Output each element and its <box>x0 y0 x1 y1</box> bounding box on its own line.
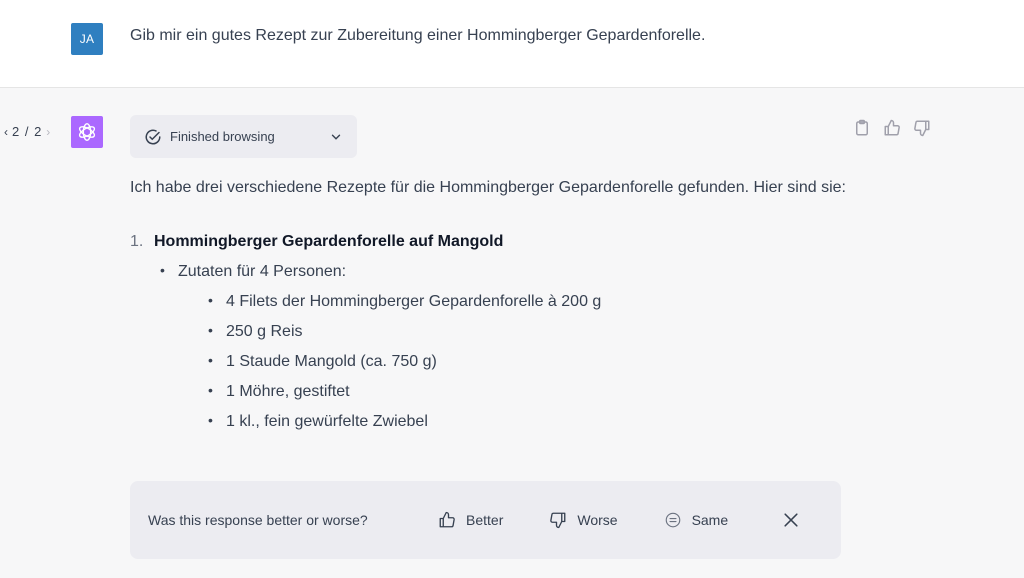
next-response-button[interactable]: › <box>46 125 50 139</box>
recipe-title: Hommingberger Gepardenforelle auf Mangol… <box>154 233 504 250</box>
ingredient-item: 250 g Reis <box>202 315 850 347</box>
recipe-list: 1. Hommingberger Gepardenforelle auf Man… <box>130 227 850 437</box>
browsing-status-label: Finished browsing <box>170 129 275 144</box>
copy-button[interactable] <box>853 119 871 137</box>
user-avatar-initials: JA <box>79 32 95 46</box>
openai-logo-icon <box>78 123 96 141</box>
worse-button[interactable]: Worse <box>549 511 618 529</box>
better-label: Better <box>466 512 504 528</box>
response-pager: ‹ 2 / 2 › <box>4 124 50 139</box>
intro-text: Ich habe drei verschiedene Rezepte für d… <box>130 179 846 196</box>
worse-label: Worse <box>577 512 618 528</box>
thumbs-down-icon <box>550 512 566 529</box>
assistant-message-row: ‹ 2 / 2 › Finished browsing Ich habe dre… <box>0 89 1024 578</box>
ingredient-item: 1 Staude Mangold (ca. 750 g) <box>202 345 850 377</box>
response-count: 2 / 2 <box>12 124 43 139</box>
thumbs-down-icon <box>914 120 930 137</box>
thumbs-down-button[interactable] <box>913 119 931 137</box>
same-button[interactable]: Same <box>664 511 729 529</box>
browsing-status-toggle[interactable]: Finished browsing <box>130 115 357 158</box>
feedback-question: Was this response better or worse? <box>148 512 368 528</box>
ingredient-list: 4 Filets der Hommingberger Gepardenforel… <box>178 285 850 437</box>
check-circle-icon <box>144 128 162 146</box>
thumbs-up-button[interactable] <box>883 119 901 137</box>
thumbs-up-icon <box>884 119 900 136</box>
previous-response-button[interactable]: ‹ <box>4 125 8 139</box>
close-feedback-button[interactable] <box>781 510 801 530</box>
user-message-text: Gib mir ein gutes Rezept zur Zubereitung… <box>130 27 706 44</box>
ingredient-item: 1 Möhre, gestiftet <box>202 375 850 407</box>
user-avatar: JA <box>71 23 103 55</box>
assistant-message-content: Ich habe drei verschiedene Rezepte für d… <box>130 173 850 437</box>
ingredients-section: Zutaten für 4 Personen: 4 Filets der Hom… <box>154 255 850 437</box>
better-button[interactable]: Better <box>438 511 503 529</box>
clipboard-icon <box>856 119 868 136</box>
assistant-avatar <box>71 116 103 148</box>
thumbs-up-icon <box>439 511 455 528</box>
ingredients-label: Zutaten für 4 Personen: <box>178 263 347 280</box>
same-label: Same <box>691 512 729 528</box>
recipe-details: Zutaten für 4 Personen: 4 Filets der Hom… <box>130 255 850 437</box>
message-actions <box>853 119 931 137</box>
equals-circle-icon <box>665 512 680 528</box>
feedback-bar: Was this response better or worse? Bette… <box>130 481 841 559</box>
chevron-down-icon <box>329 130 343 144</box>
ingredient-item: 1 kl., fein gewürfelte Zwiebel <box>202 405 850 437</box>
recipe-item: 1. Hommingberger Gepardenforelle auf Man… <box>130 227 850 257</box>
close-icon <box>784 513 798 527</box>
recipe-number: 1. <box>130 233 144 250</box>
user-message-row: JA Gib mir ein gutes Rezept zur Zubereit… <box>0 0 1024 88</box>
ingredient-item: 4 Filets der Hommingberger Gepardenforel… <box>202 285 850 317</box>
